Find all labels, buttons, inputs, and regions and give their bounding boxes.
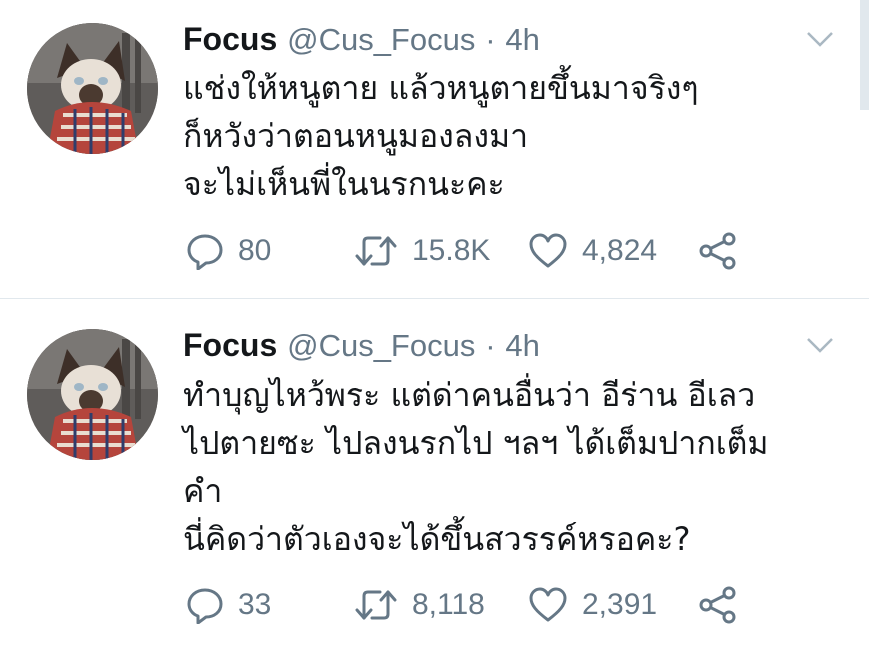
- display-name[interactable]: Focus: [183, 21, 277, 57]
- chevron-down-icon[interactable]: [806, 336, 834, 354]
- chevron-down-icon[interactable]: [806, 30, 834, 48]
- tweet-text-line: ก็หวังว่าตอนหนูมองลงมา: [183, 117, 529, 155]
- reply-count: 33: [238, 588, 272, 621]
- reply-button[interactable]: 80: [186, 229, 271, 273]
- tweet-text: แช่งให้หนูตาย แล้วหนูตายขึ้นมาจริงๆ ก็หว…: [183, 64, 843, 208]
- like-count: 4,824: [582, 234, 658, 267]
- retweet-arrows-icon: [355, 236, 397, 266]
- like-count: 2,391: [582, 588, 658, 621]
- speech-bubble-icon: [187, 588, 223, 624]
- share-icon: [699, 232, 736, 270]
- tweet-text-line: คำ: [183, 472, 223, 510]
- user-handle[interactable]: @Cus_Focus: [287, 22, 475, 57]
- tweet[interactable]: Focus @Cus_Focus · 4h แช่งให้หนูตาย แล้ว…: [0, 0, 869, 299]
- like-button[interactable]: 2,391: [528, 583, 657, 627]
- tweet-text: ทำบุญไหว้พระ แต่ด่าคนอื่นว่า อีร่าน อีเล…: [183, 371, 843, 563]
- retweet-button[interactable]: 8,118: [354, 583, 485, 627]
- share-button[interactable]: [698, 583, 738, 627]
- retweet-button[interactable]: 15.8K: [354, 229, 490, 273]
- speech-bubble-icon: [187, 234, 223, 270]
- share-button[interactable]: [698, 229, 738, 273]
- display-name[interactable]: Focus: [183, 327, 277, 363]
- separator-dot: ·: [485, 328, 496, 363]
- timestamp[interactable]: 4h: [505, 328, 539, 363]
- reply-count: 80: [238, 234, 272, 267]
- cat-avatar-image: [27, 329, 158, 460]
- heart-icon: [529, 233, 567, 268]
- separator-dot: ·: [485, 22, 496, 57]
- tweet-text-line: จะไม่เห็นพี่ในนรกนะคะ: [183, 165, 505, 203]
- heart-icon: [529, 587, 567, 622]
- share-icon: [699, 586, 736, 624]
- tweet-text-line: แช่งให้หนูตาย แล้วหนูตายขึ้นมาจริงๆ: [183, 69, 699, 107]
- tweet-header: Focus @Cus_Focus · 4h: [183, 19, 540, 59]
- retweet-arrows-icon: [355, 590, 397, 620]
- user-handle[interactable]: @Cus_Focus: [287, 328, 475, 363]
- like-button[interactable]: 4,824: [528, 229, 657, 273]
- tweet-header: Focus @Cus_Focus · 4h: [183, 325, 540, 365]
- tweet-actions: 80 15.8K 4,824: [186, 229, 746, 273]
- tweet-actions: 33 8,118 2,391: [186, 583, 746, 627]
- tweet-text-line: ไปตายซะ ไปลงนรกไป ฯลฯ ได้เต็มปากเต็ม: [183, 424, 769, 462]
- avatar[interactable]: [27, 329, 158, 460]
- retweet-count: 8,118: [412, 588, 485, 621]
- retweet-count: 15.8K: [412, 234, 491, 267]
- tweet-text-line: นี่คิดว่าตัวเองจะได้ขึ้นสวรรค์หรอคะ?: [183, 520, 691, 558]
- cat-avatar-image: [27, 23, 158, 154]
- avatar[interactable]: [27, 23, 158, 154]
- tweet[interactable]: Focus @Cus_Focus · 4h ทำบุญไหว้พระ แต่ด่…: [0, 299, 869, 648]
- timestamp[interactable]: 4h: [505, 22, 539, 57]
- reply-button[interactable]: 33: [186, 583, 271, 627]
- tweet-text-line: ทำบุญไหว้พระ แต่ด่าคนอื่นว่า อีร่าน อีเล…: [183, 376, 756, 414]
